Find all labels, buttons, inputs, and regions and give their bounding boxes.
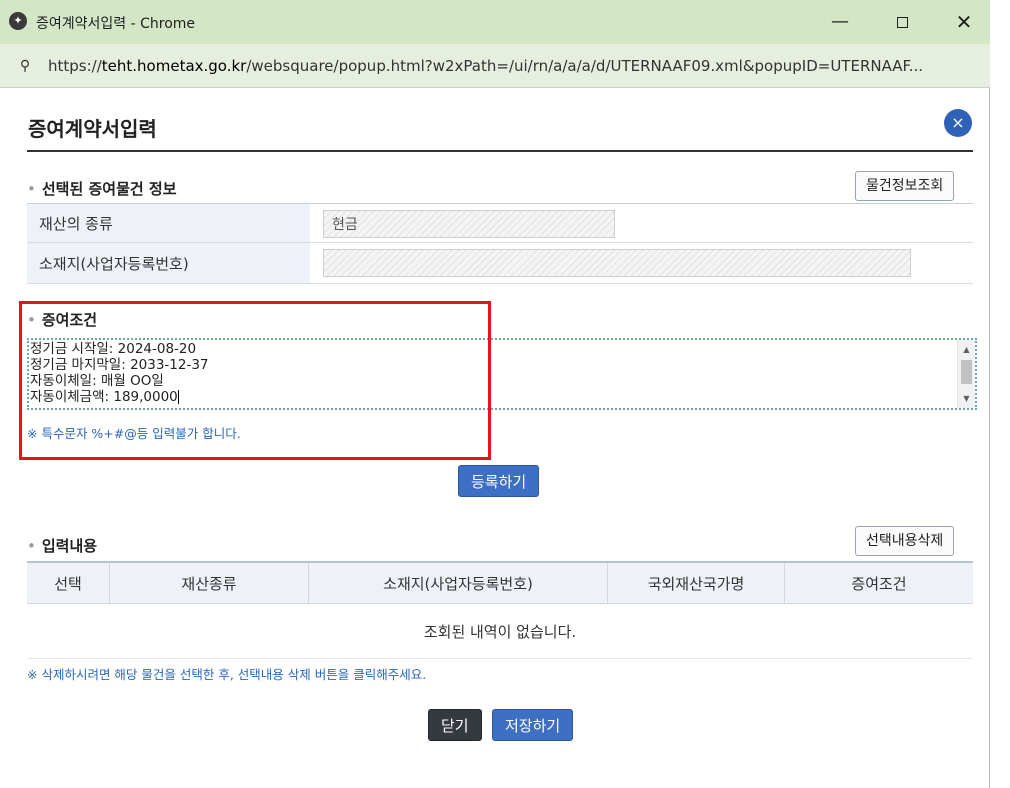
info-row-location: 소재지(사업자등록번호) bbox=[27, 243, 973, 284]
col-select[interactable]: 선택 bbox=[27, 561, 110, 604]
col-location[interactable]: 소재지(사업자등록번호) bbox=[308, 561, 608, 604]
window-title: 증여계약서입력 - Chrome bbox=[36, 16, 196, 32]
scroll-down-icon[interactable]: ▼ bbox=[958, 391, 975, 406]
save-button[interactable]: 저장하기 bbox=[492, 709, 574, 741]
url-prefix: https:// bbox=[48, 57, 102, 75]
url-host: teht.hometax.go.kr bbox=[101, 57, 247, 75]
property-type-field: 현금 bbox=[323, 210, 615, 238]
window-titlebar[interactable]: ✦ 증여계약서입력 - Chrome — ✕ bbox=[0, 0, 990, 44]
address-bar: ⚲ https://teht.hometax.go.kr/websquare/p… bbox=[0, 44, 990, 88]
register-button[interactable]: 등록하기 bbox=[458, 465, 540, 497]
col-gift-condition[interactable]: 증여조건 bbox=[784, 561, 973, 604]
textarea-scrollbar[interactable]: ▲ ▼ bbox=[957, 340, 975, 408]
scroll-thumb[interactable] bbox=[961, 360, 972, 384]
selected-item-table: 재산의 종류 현금 소재지(사업자등록번호) bbox=[27, 203, 973, 284]
entered-section-title: • 입력내용 bbox=[27, 535, 97, 556]
delete-instruction-note: ※ 삭제하시려면 해당 물건을 선택한 후, 선택내용 삭제 버튼을 클릭해주세… bbox=[27, 667, 427, 682]
bullet-icon: • bbox=[27, 537, 36, 555]
popup-title: 증여계약서입력 bbox=[28, 117, 157, 141]
site-favicon-icon: ✦ bbox=[9, 12, 27, 30]
bullet-icon: • bbox=[27, 180, 36, 198]
window-close-button[interactable]: ✕ bbox=[944, 8, 984, 36]
lookup-item-button[interactable]: 물건정보조회 bbox=[855, 171, 955, 201]
col-foreign-country[interactable]: 국외재산국가명 bbox=[607, 561, 785, 604]
scroll-up-icon[interactable]: ▲ bbox=[958, 342, 975, 357]
maximize-button[interactable] bbox=[882, 8, 922, 36]
maximize-icon bbox=[896, 16, 908, 28]
location-label: 소재지(사업자등록번호) bbox=[27, 243, 310, 283]
selected-item-title-text: 선택된 증여물건 정보 bbox=[41, 180, 177, 198]
property-type-label: 재산의 종류 bbox=[27, 204, 310, 242]
col-property-type[interactable]: 재산종류 bbox=[109, 561, 309, 604]
close-button[interactable]: 닫기 bbox=[428, 709, 482, 741]
site-info-icon[interactable]: ⚲ bbox=[14, 55, 36, 77]
empty-message: 조회된 내역이 없습니다. bbox=[27, 603, 973, 659]
table-row: 조회된 내역이 없습니다. bbox=[27, 603, 973, 659]
title-divider bbox=[27, 150, 973, 152]
table-header-row: 선택 재산종류 소재지(사업자등록번호) 국외재산국가명 증여조건 bbox=[27, 561, 973, 604]
url-path: /websquare/popup.html?w2xPath=/ui/rn/a/a… bbox=[246, 57, 924, 75]
url-text[interactable]: https://teht.hometax.go.kr/websquare/pop… bbox=[48, 57, 978, 75]
location-field bbox=[323, 249, 911, 277]
entered-title-text: 입력내용 bbox=[41, 537, 98, 555]
entered-table: 선택 재산종류 소재지(사업자등록번호) 국외재산국가명 증여조건 조회된 내역… bbox=[27, 561, 973, 659]
selected-item-section-title: • 선택된 증여물건 정보 bbox=[27, 178, 177, 199]
browser-window: ✦ 증여계약서입력 - Chrome — ✕ ⚲ https://teht.ho… bbox=[0, 0, 990, 788]
info-row-property-type: 재산의 종류 현금 bbox=[27, 204, 973, 243]
highlight-box bbox=[19, 301, 491, 460]
delete-selected-button[interactable]: 선택내용삭제 bbox=[855, 526, 955, 556]
minimize-button[interactable]: — bbox=[820, 8, 860, 36]
popup-close-icon[interactable]: × bbox=[944, 109, 972, 137]
